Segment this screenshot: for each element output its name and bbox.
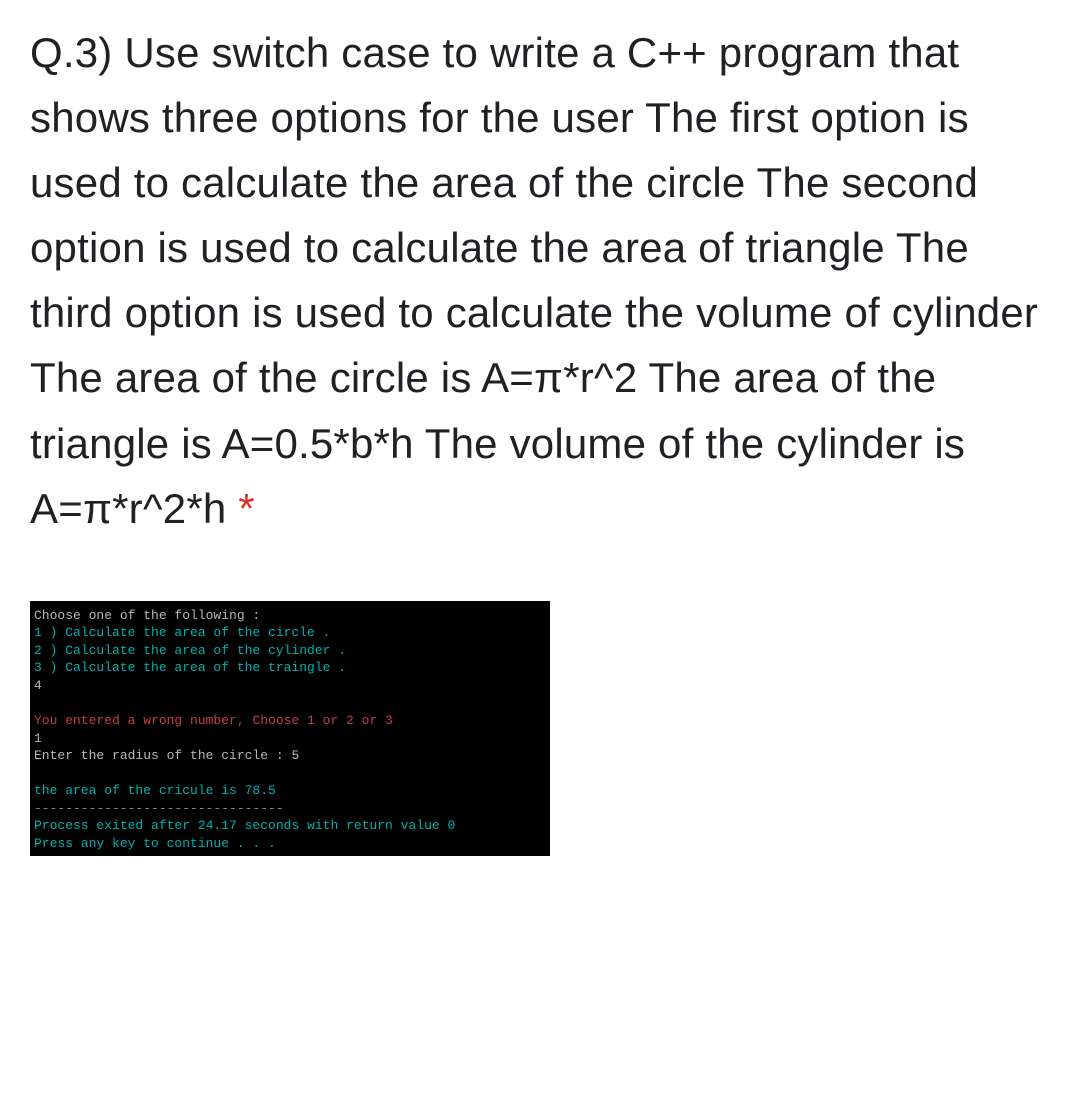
terminal-line: 4 (34, 677, 546, 695)
terminal-line: Choose one of the following : (34, 607, 546, 625)
document-container: Q.3) Use switch case to write a C++ prog… (0, 0, 1080, 876)
terminal-line: -------------------------------- (34, 800, 546, 818)
question-body: Q.3) Use switch case to write a C++ prog… (30, 29, 1038, 532)
terminal-line: Enter the radius of the circle : 5 (34, 747, 546, 765)
terminal-line: the area of the cricule is 78.5 (34, 782, 546, 800)
required-asterisk: * (226, 485, 254, 532)
terminal-output: Choose one of the following :1 ) Calcula… (30, 601, 550, 857)
terminal-line: Press any key to continue . . . (34, 835, 546, 853)
question-text: Q.3) Use switch case to write a C++ prog… (30, 20, 1052, 541)
terminal-line: You entered a wrong number, Choose 1 or … (34, 712, 546, 730)
terminal-line: 1 ) Calculate the area of the circle . (34, 624, 546, 642)
terminal-line: 2 ) Calculate the area of the cylinder . (34, 642, 546, 660)
terminal-line: Process exited after 24.17 seconds with … (34, 817, 546, 835)
terminal-line: 1 (34, 730, 546, 748)
terminal-line: 3 ) Calculate the area of the traingle . (34, 659, 546, 677)
terminal-line (34, 694, 546, 712)
terminal-line (34, 765, 546, 783)
